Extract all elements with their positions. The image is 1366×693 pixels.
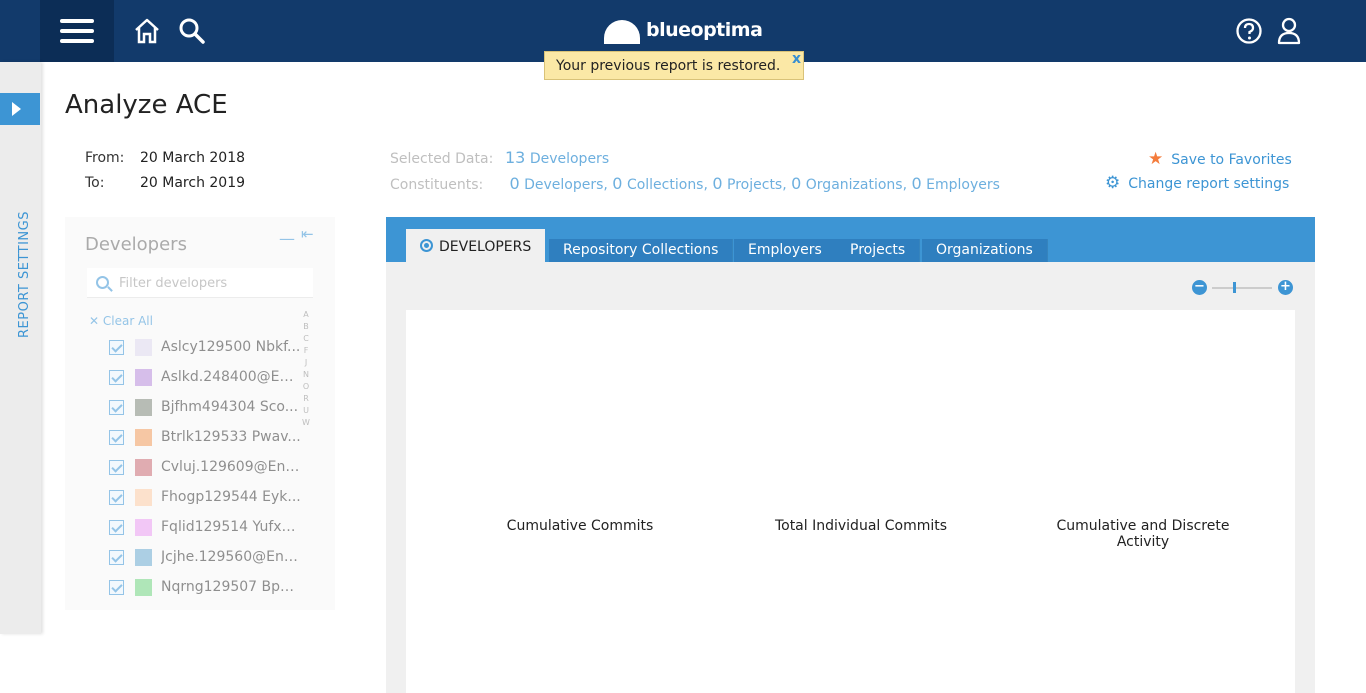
developer-checkbox[interactable] bbox=[109, 339, 124, 355]
zoom-slider-thumb[interactable] bbox=[1233, 282, 1236, 293]
developer-list-item[interactable]: Jcjhe.129560@Ent... bbox=[109, 547, 319, 567]
alphabet-letter[interactable]: A bbox=[301, 309, 311, 321]
developer-list-item[interactable]: Aslkd.248400@En... bbox=[109, 367, 319, 387]
constituent-type: Projects, bbox=[727, 177, 787, 193]
report-settings-rail: REPORT SETTINGS bbox=[0, 62, 41, 634]
developer-color-swatch bbox=[135, 578, 152, 596]
tab-projects[interactable]: Projects bbox=[836, 239, 921, 262]
developer-checkbox[interactable] bbox=[109, 459, 124, 475]
constituent-count: 0 bbox=[911, 174, 922, 193]
constituent-count: 0 bbox=[791, 174, 802, 193]
tab-repository-collections[interactable]: Repository Collections bbox=[549, 239, 734, 262]
developer-name: Cvluj.129609@Ent... bbox=[161, 459, 301, 475]
developer-list-item[interactable]: Fqlid129514 Yufxn... bbox=[109, 517, 319, 537]
developer-name: Fqlid129514 Yufxn... bbox=[161, 519, 301, 535]
developer-color-swatch bbox=[135, 458, 152, 476]
chart-title-cumulative-discrete-activity: Cumulative and Discrete Activity bbox=[1056, 518, 1230, 550]
developer-color-swatch bbox=[135, 428, 152, 446]
developer-name: Jcjhe.129560@Ent... bbox=[161, 549, 301, 565]
developer-name: Bjfhm494304 Sco... bbox=[161, 399, 299, 415]
date-from: From: 20 March 2018 bbox=[85, 150, 246, 166]
zoom-in-button[interactable]: + bbox=[1278, 280, 1293, 295]
developer-list-item[interactable]: Aslcy129500 Nbkf... bbox=[109, 337, 319, 357]
developer-name: Fhogp129544 Eyk... bbox=[161, 489, 301, 505]
developer-checkbox[interactable] bbox=[109, 369, 124, 385]
close-icon[interactable]: x bbox=[792, 51, 801, 67]
notification-message: Your previous report is restored. bbox=[556, 58, 781, 74]
developer-color-swatch bbox=[135, 398, 152, 416]
search-icon bbox=[96, 276, 109, 289]
report-area: DEVELOPERS Repository Collections Employ… bbox=[386, 217, 1315, 693]
developer-name: Btrlk129533 Pwav... bbox=[161, 429, 301, 445]
user-icon[interactable] bbox=[1277, 17, 1301, 45]
developer-color-swatch bbox=[135, 518, 152, 536]
constituent-type: Employers bbox=[926, 177, 1000, 193]
developer-list-item[interactable]: Cvluj.129609@Ent... bbox=[109, 457, 319, 477]
developers-panel: Developers — ⇤ Filter developers ✕ Clear… bbox=[65, 217, 335, 610]
collapse-icon[interactable]: ⇤ bbox=[301, 225, 314, 243]
developer-checkbox[interactable] bbox=[109, 489, 124, 505]
developer-checkbox[interactable] bbox=[109, 399, 124, 415]
change-report-settings-link[interactable]: ⚙ Change report settings bbox=[1105, 173, 1289, 193]
constituent-count: 0 bbox=[509, 174, 520, 193]
constituent-type: Collections, bbox=[626, 177, 708, 193]
developer-list-item[interactable]: Bjfhm494304 Sco... bbox=[109, 397, 319, 417]
developer-checkbox[interactable] bbox=[109, 429, 124, 445]
constituent-count: 0 bbox=[712, 174, 723, 193]
constituent-count: 0 bbox=[612, 174, 623, 193]
report-settings-label[interactable]: REPORT SETTINGS bbox=[17, 211, 32, 338]
filter-developers-input[interactable]: Filter developers bbox=[87, 268, 313, 298]
chart-canvas: Cumulative Commits Total Individual Comm… bbox=[406, 310, 1295, 693]
selected-data: Selected Data: 13 Developers bbox=[390, 148, 610, 167]
gear-icon: ⚙ bbox=[1105, 173, 1121, 193]
page-title: Analyze ACE bbox=[65, 90, 228, 120]
tab-bar: DEVELOPERS Repository Collections Employ… bbox=[386, 217, 1315, 262]
restore-notification: Your previous report is restored. x bbox=[544, 51, 804, 80]
constituent-type: Developers, bbox=[524, 177, 608, 193]
developer-list-item[interactable]: Nqrng129507 Bpo... bbox=[109, 577, 319, 597]
radio-icon bbox=[420, 239, 433, 252]
constituents: Constituents: 0 Developers, 0 Collection… bbox=[390, 174, 1000, 193]
developer-list-item[interactable]: Fhogp129544 Eyk... bbox=[109, 487, 319, 507]
chart-title-cumulative-commits: Cumulative Commits bbox=[506, 518, 654, 534]
developer-checkbox[interactable] bbox=[109, 519, 124, 535]
blueoptima-logo[interactable]: blueoptima bbox=[604, 15, 763, 45]
constituent-type: Organizations, bbox=[805, 177, 908, 193]
developer-color-swatch bbox=[135, 338, 152, 356]
chart-title-total-individual-commits: Total Individual Commits bbox=[774, 518, 948, 534]
developer-name: Aslkd.248400@En... bbox=[161, 369, 301, 385]
expand-settings-button[interactable] bbox=[0, 93, 40, 125]
menu-icon bbox=[60, 13, 94, 49]
alphabet-letter[interactable]: B bbox=[301, 321, 311, 333]
zoom-out-button[interactable]: − bbox=[1192, 280, 1207, 295]
menu-button[interactable] bbox=[40, 0, 114, 62]
developer-list-item[interactable]: Btrlk129533 Pwav... bbox=[109, 427, 319, 447]
search-icon[interactable] bbox=[178, 17, 206, 45]
minimize-icon[interactable]: — bbox=[279, 229, 295, 248]
home-icon[interactable] bbox=[133, 17, 161, 45]
clear-all-button[interactable]: ✕ Clear All bbox=[89, 314, 153, 328]
developer-color-swatch bbox=[135, 488, 152, 506]
help-icon[interactable] bbox=[1235, 17, 1263, 45]
panel-title: Developers bbox=[85, 234, 187, 255]
date-to: To: 20 March 2019 bbox=[85, 175, 246, 191]
tab-organizations[interactable]: Organizations bbox=[922, 239, 1048, 262]
developer-color-swatch bbox=[135, 548, 152, 566]
tab-employers[interactable]: Employers bbox=[734, 239, 837, 262]
star-icon: ★ bbox=[1148, 149, 1164, 169]
developer-name: Aslcy129500 Nbkf... bbox=[161, 339, 301, 355]
zoom-slider-track[interactable] bbox=[1212, 287, 1272, 289]
tab-developers[interactable]: DEVELOPERS bbox=[406, 229, 546, 262]
developer-name: Nqrng129507 Bpo... bbox=[161, 579, 301, 595]
developer-color-swatch bbox=[135, 368, 152, 386]
developer-checkbox[interactable] bbox=[109, 549, 124, 565]
save-to-favorites-link[interactable]: ★ Save to Favorites bbox=[1148, 149, 1292, 169]
developer-checkbox[interactable] bbox=[109, 579, 124, 595]
zoom-control: − + bbox=[1190, 279, 1294, 297]
